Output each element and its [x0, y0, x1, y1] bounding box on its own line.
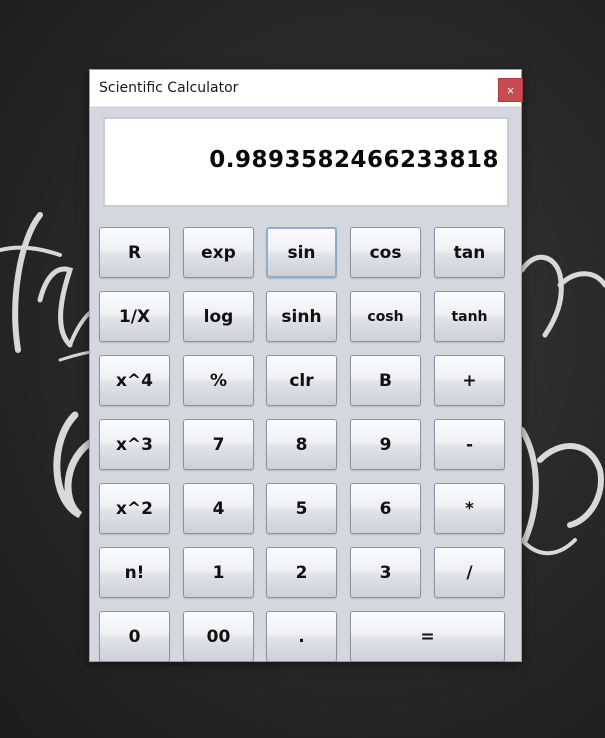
double-zero-button[interactable]: 00	[183, 611, 254, 662]
display-panel: 0.9893582466233818	[103, 117, 509, 207]
digit-4-button[interactable]: 4	[183, 483, 254, 534]
result-display: 0.9893582466233818	[209, 147, 499, 173]
multiply-button[interactable]: *	[434, 483, 505, 534]
cos-button[interactable]: cos	[350, 227, 421, 278]
close-button[interactable]: ×	[498, 78, 523, 102]
plus-button[interactable]: +	[434, 355, 505, 406]
equals-button[interactable]: =	[350, 611, 505, 662]
digit-3-button[interactable]: 3	[350, 547, 421, 598]
title-bar: Scientific Calculator ×	[90, 70, 523, 107]
r-button[interactable]: R	[99, 227, 170, 278]
clear-button[interactable]: clr	[266, 355, 337, 406]
exp-button[interactable]: exp	[183, 227, 254, 278]
factorial-button[interactable]: n!	[99, 547, 170, 598]
reciprocal-button[interactable]: 1/X	[99, 291, 170, 342]
log-button[interactable]: log	[183, 291, 254, 342]
divide-button[interactable]: /	[434, 547, 505, 598]
cosh-button[interactable]: cosh	[350, 291, 421, 342]
digit-2-button[interactable]: 2	[266, 547, 337, 598]
digit-6-button[interactable]: 6	[350, 483, 421, 534]
x3-button[interactable]: x^3	[99, 419, 170, 470]
sin-button[interactable]: sin	[266, 227, 337, 278]
x4-button[interactable]: x^4	[99, 355, 170, 406]
minus-button[interactable]: -	[434, 419, 505, 470]
tanh-button[interactable]: tanh	[434, 291, 505, 342]
percent-button[interactable]: %	[183, 355, 254, 406]
tan-button[interactable]: tan	[434, 227, 505, 278]
close-icon: ×	[506, 83, 515, 98]
digit-9-button[interactable]: 9	[350, 419, 421, 470]
calculator-window: Scientific Calculator × 0.98935824662338…	[89, 69, 523, 662]
window-title: Scientific Calculator	[99, 80, 239, 96]
digit-1-button[interactable]: 1	[183, 547, 254, 598]
sinh-button[interactable]: sinh	[266, 291, 337, 342]
decimal-point-button[interactable]: .	[266, 611, 337, 662]
digit-0-button[interactable]: 0	[99, 611, 170, 662]
x2-button[interactable]: x^2	[99, 483, 170, 534]
backspace-button[interactable]: B	[350, 355, 421, 406]
digit-5-button[interactable]: 5	[266, 483, 337, 534]
digit-8-button[interactable]: 8	[266, 419, 337, 470]
digit-7-button[interactable]: 7	[183, 419, 254, 470]
